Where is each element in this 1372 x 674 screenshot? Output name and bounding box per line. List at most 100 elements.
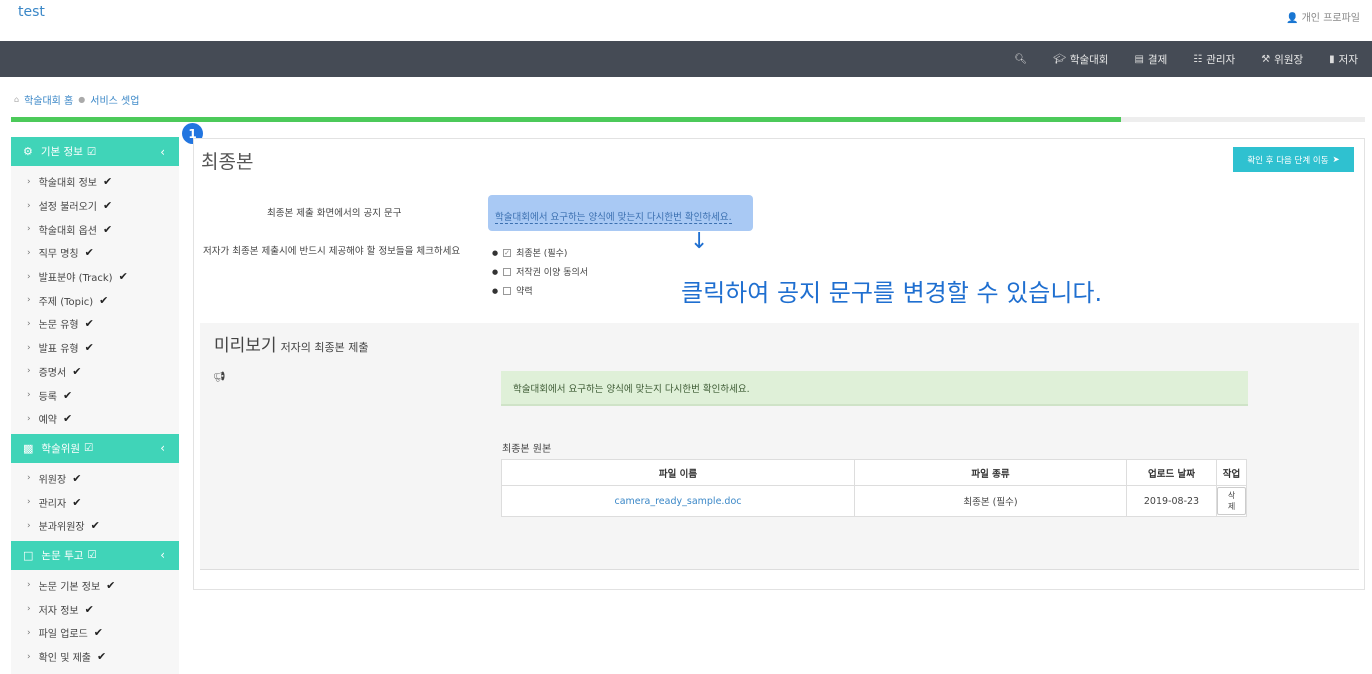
sidebar-item[interactable]: › 예약 ✔	[11, 407, 179, 431]
check-icon: ✔	[90, 519, 100, 533]
breadcrumb-current[interactable]: 서비스 셋업	[90, 92, 139, 107]
profile-link[interactable]: 👤 개인 프로파일	[1286, 9, 1360, 24]
sidebar-item[interactable]: › 저자 정보 ✔	[11, 597, 179, 621]
chevron-right-icon: ›	[27, 271, 31, 282]
chevron-right-icon: ›	[27, 224, 31, 235]
column-header: 파일 종류	[854, 459, 1127, 486]
sidebar-item[interactable]: › 분과위원장 ✔	[11, 514, 179, 538]
sidebar-item[interactable]: › 관리자 ✔	[11, 490, 179, 514]
chevron-left-icon: ‹	[160, 548, 165, 563]
main-panel: 최종본 확인 후 다음 단계 이동 ➤ 최종본 제출 화면에서의 공지 문구 학…	[193, 138, 1365, 590]
nav-admin-label: 관리자	[1206, 53, 1236, 66]
notice-text[interactable]: 학술대회에서 요구하는 양식에 맞는지 다시한번 확인하세요.	[495, 212, 732, 224]
bullet-icon: ●	[492, 286, 499, 295]
preview-heading: 미리보기	[214, 336, 277, 356]
sidebar-item-label: 위원장	[38, 474, 67, 486]
file-name-cell: camera_ready_sample.doc	[501, 485, 855, 517]
sidebar-item-label: 설정 불러오기	[38, 202, 97, 214]
check-icon: ✔	[103, 175, 113, 189]
next-step-button[interactable]: 확인 후 다음 단계 이동 ➤	[1233, 147, 1354, 172]
nav-admin[interactable]: ☷ 관리자	[1193, 52, 1235, 67]
nav-conference-label: 학술대회	[1069, 53, 1109, 66]
sidebar-section-paper-submission[interactable]: □ 논문 투고 ☑ ‹	[11, 540, 179, 570]
app-title[interactable]: test	[18, 4, 45, 20]
nav-chair[interactable]: ⚒ 위원장	[1261, 52, 1303, 67]
sidebar-item-label: 발표분야 (Track)	[38, 273, 113, 285]
check-square-icon: ☑	[84, 442, 94, 455]
nav-author[interactable]: ▮ 저자	[1329, 52, 1358, 67]
page-title: 최종본	[201, 151, 254, 173]
nav-payment[interactable]: ▤ 결제	[1134, 52, 1167, 67]
sidebar-item[interactable]: › 증명서 ✔	[11, 360, 179, 384]
checkbox-final-version[interactable]: ✓	[503, 248, 512, 257]
action-cell: 삭제	[1216, 485, 1247, 517]
preview-title: 미리보기 저자의 최종본 제출	[214, 331, 369, 356]
breadcrumb: ⌂ 학술대회 홈 ● 서비스 셋업	[14, 92, 139, 107]
check-square-icon: ☑	[86, 145, 97, 158]
checklist-item: ● ✓ 최종본 (필수)	[492, 243, 588, 262]
check-square-icon: ☑	[87, 549, 97, 562]
sidebar-item[interactable]: › 설정 불러오기 ✔	[11, 194, 179, 218]
sidebar-section-committee[interactable]: ▩ 학술위원 ☑ ‹	[11, 433, 179, 463]
chevron-right-icon: ›	[27, 342, 31, 353]
file-type-cell: 최종본 (필수)	[854, 485, 1127, 517]
sidebar-item[interactable]: › 학술대회 정보 ✔	[11, 170, 179, 194]
sidebar-item[interactable]: › 등록 ✔	[11, 383, 179, 407]
checkbox-copyright[interactable]	[503, 267, 512, 276]
checklist-item-label: 저작권 이양 동의서	[516, 268, 589, 278]
chevron-right-icon: ›	[27, 318, 31, 329]
chevron-right-icon: ›	[27, 247, 31, 258]
sidebar-item-label: 분과위원장	[38, 522, 85, 534]
files-table: 파일 이름 파일 종류 업로드 날짜 작업 camera_ready_sampl…	[501, 459, 1247, 517]
sidebar-item[interactable]: › 파일 업로드 ✔	[11, 621, 179, 645]
setup-progress-bar	[11, 117, 1365, 122]
check-icon: ✔	[93, 626, 104, 640]
gear-icon: ⚙	[23, 145, 33, 158]
chevron-left-icon: ‹	[160, 144, 165, 159]
check-icon: ✔	[63, 412, 73, 426]
sidebar-item[interactable]: › 논문 기본 정보 ✔	[11, 574, 179, 598]
file-name-link[interactable]: camera_ready_sample.doc	[614, 496, 741, 507]
checkbox-biography[interactable]	[503, 286, 512, 295]
profile-label: 개인 프로파일	[1301, 13, 1360, 24]
sidebar-item[interactable]: › 발표 유형 ✔	[11, 336, 179, 360]
breadcrumb-home[interactable]: 학술대회 홈	[24, 92, 73, 107]
user-icon: 👤	[1285, 13, 1299, 24]
nav-search[interactable]: 🔍︎	[1014, 54, 1027, 65]
upload-date-cell: 2019-08-23	[1126, 485, 1217, 517]
notice-text-editable[interactable]: 학술대회에서 요구하는 양식에 맞는지 다시한번 확인하세요.	[488, 195, 753, 231]
sidebar-section-title: 논문 투고	[41, 549, 84, 562]
sidebar-list-paper-submission: › 논문 기본 정보 ✔ › 저자 정보 ✔ › 파일 업로드 ✔ › 확인 및 제출 ✔	[11, 570, 179, 672]
sidebar-item[interactable]: › 위원장 ✔	[11, 467, 179, 491]
preview-subtitle: 저자의 최종본 제출	[280, 341, 369, 354]
sidebar-item-label: 증명서	[38, 367, 67, 379]
check-icon: ✔	[103, 222, 113, 236]
credit-card-icon: ▤	[1134, 53, 1144, 65]
delete-button[interactable]: 삭제	[1217, 487, 1246, 515]
sidebar-item[interactable]: › 주제 (Topic) ✔	[11, 288, 179, 312]
check-icon: ✔	[84, 341, 94, 355]
sidebar-item-label: 주제 (Topic)	[38, 296, 94, 308]
chevron-left-icon: ‹	[160, 441, 165, 456]
sidebar-item[interactable]: › 확인 및 제출 ✔	[11, 645, 179, 669]
sidebar-item-label: 파일 업로드	[38, 629, 88, 641]
sidebar-section-basic-info[interactable]: ⚙ 기본 정보 ☑ ‹	[11, 137, 179, 166]
table-row: camera_ready_sample.doc 최종본 (필수) 2019-08…	[501, 485, 1247, 517]
sidebar-item[interactable]: › 학술대회 옵션 ✔	[11, 217, 179, 241]
breadcrumb-separator: ●	[78, 95, 86, 104]
chevron-right-icon: ›	[27, 604, 31, 615]
sidebar-section-title: 학술위원	[41, 442, 81, 455]
sidebar-list-basic-info: › 학술대회 정보 ✔ › 설정 불러오기 ✔ › 학술대회 옵션 ✔ › 직무 명칭 ✔ › 발표분야 …	[11, 166, 179, 434]
preview-notice-alert: 학술대회에서 요구하는 양식에 맞는지 다시한번 확인하세요.	[501, 371, 1248, 406]
notice-label: 최종본 제출 화면에서의 공지 문구	[267, 208, 402, 219]
chevron-right-icon: ›	[27, 651, 31, 662]
preview-section: 미리보기 저자의 최종본 제출 📢︎ 학술대회에서 요구하는 양식에 맞는지 다시…	[200, 323, 1359, 570]
sidebar-list-committee: › 위원장 ✔ › 관리자 ✔ › 분과위원장 ✔	[11, 463, 179, 541]
nav-conference[interactable]: 🎓︎ 학술대회	[1053, 52, 1108, 67]
checklist-label: 저자가 최종본 제출시에 반드시 제공해야 할 정보들을 체크하세요	[203, 246, 461, 257]
sidebar-item[interactable]: › 발표분야 (Track) ✔	[11, 265, 179, 289]
sidebar-item[interactable]: › 직무 명칭 ✔	[11, 241, 179, 265]
check-icon: ✔	[72, 495, 82, 509]
checklist-item: ● 저작권 이양 동의서	[492, 262, 588, 281]
sidebar-item[interactable]: › 논문 유형 ✔	[11, 312, 179, 336]
